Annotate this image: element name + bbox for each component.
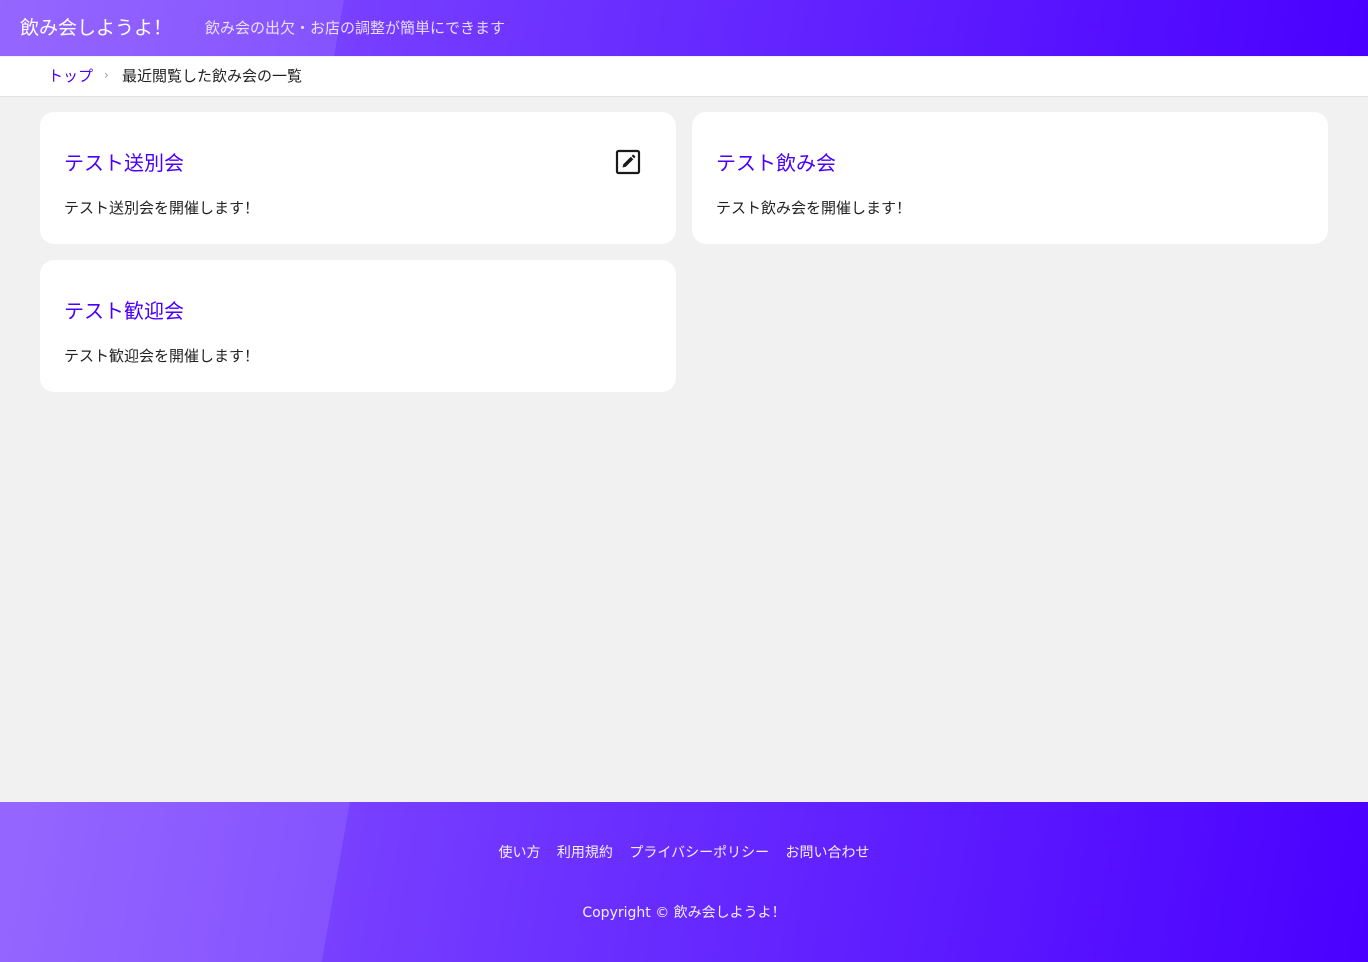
footer-link-terms[interactable]: 利用規約 (557, 845, 613, 861)
event-card-title[interactable]: テスト送別会 (64, 150, 184, 176)
breadcrumb: トップ › 最近閲覧した飲み会の一覧 (0, 57, 1368, 97)
event-card[interactable]: テスト送別会 テスト送別会を開催します！ (40, 112, 676, 244)
event-card-title[interactable]: テスト歓迎会 (64, 298, 184, 324)
breadcrumb-home-link[interactable]: トップ (48, 66, 93, 86)
event-card[interactable]: テスト飲み会 テスト飲み会を開催します！ (692, 112, 1328, 244)
breadcrumb-chevron-icon: › (104, 68, 109, 82)
edit-icon[interactable] (615, 149, 641, 175)
footer-link-privacy[interactable]: プライバシーポリシー (629, 845, 769, 861)
site-title-link[interactable]: 飲み会しようよ！ (20, 14, 172, 42)
event-card[interactable]: テスト歓迎会 テスト歓迎会を開催します！ (40, 260, 676, 392)
breadcrumb-current: 最近閲覧した飲み会の一覧 (122, 67, 303, 85)
footer-links: 使い方 利用規約 プライバシーポリシー お問い合わせ (0, 843, 1368, 863)
event-card-description: テスト送別会を開催します！ (64, 199, 260, 217)
site-tagline: 飲み会の出欠・お店の調整が簡単にできます (205, 19, 506, 37)
footer-link-how-to-use[interactable]: 使い方 (498, 845, 540, 861)
event-card-description: テスト歓迎会を開催します！ (64, 347, 260, 365)
app-header: 飲み会しようよ！ 飲み会の出欠・お店の調整が簡単にできます (0, 0, 1368, 56)
app-footer: 使い方 利用規約 プライバシーポリシー お問い合わせ Copyright © 飲… (0, 802, 1368, 962)
footer-sheen (0, 802, 350, 962)
event-card-description: テスト飲み会を開催します！ (716, 199, 912, 217)
footer-link-contact[interactable]: お問い合わせ (786, 845, 870, 861)
event-card-title[interactable]: テスト飲み会 (716, 150, 836, 176)
copyright-text: Copyright © 飲み会しようよ！ (582, 905, 786, 921)
